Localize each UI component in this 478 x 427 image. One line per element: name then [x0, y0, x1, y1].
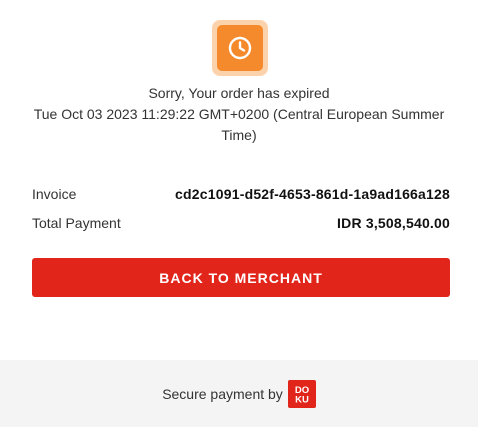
payment-expired-page: Sorry, Your order has expired Tue Oct 03…: [0, 0, 478, 427]
svg-text:KU: KU: [295, 394, 309, 405]
invoice-value: cd2c1091-d52f-4653-861d-1a9ad166a128: [175, 186, 450, 202]
total-payment-row: Total Payment IDR 3,508,540.00: [32, 213, 450, 233]
status-badge: [212, 20, 268, 76]
secure-payment-text: Secure payment by: [162, 385, 283, 402]
expired-message: Sorry, Your order has expired: [148, 85, 330, 101]
invoice-row: Invoice cd2c1091-d52f-4653-861d-1a9ad166…: [32, 184, 450, 204]
doku-logo: DO KU: [287, 379, 316, 408]
main-panel: Sorry, Your order has expired Tue Oct 03…: [0, 0, 478, 360]
back-to-merchant-button[interactable]: BACK TO MERCHANT: [32, 258, 450, 297]
footer: Secure payment by DO KU: [0, 360, 478, 427]
expired-timestamp: Tue Oct 03 2023 11:29:22 GMT+0200 (Centr…: [33, 106, 445, 143]
invoice-label: Invoice: [32, 186, 77, 202]
clock-icon: [217, 25, 263, 71]
total-payment-value: IDR 3,508,540.00: [337, 215, 450, 231]
total-payment-label: Total Payment: [32, 215, 121, 231]
